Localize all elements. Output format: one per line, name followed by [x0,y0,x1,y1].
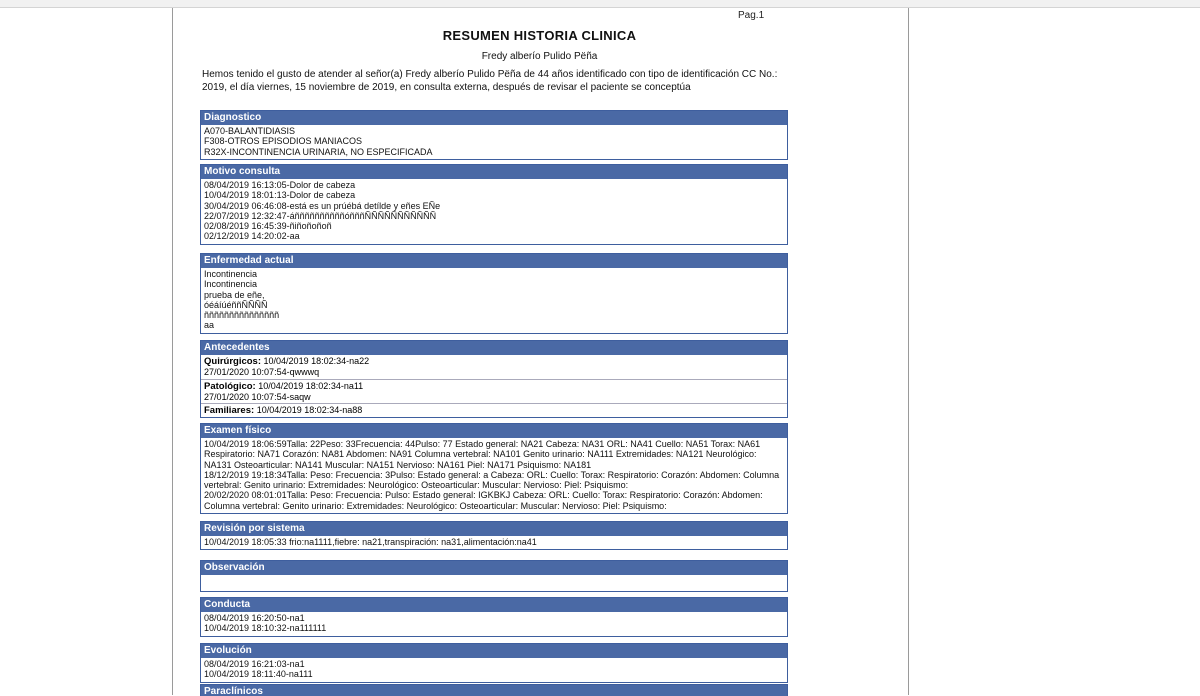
antecedente-quirurgicos: Quirúrgicos: 10/04/2019 18:02:34-na22 27… [201,355,787,380]
section-paraclinicos: Paraclínicos [200,684,788,696]
section-examen-fisico: Examen físico 10/04/2019 18:06:59Talla: … [200,423,788,515]
section-body: 08/04/2019 16:20:50-na1 10/04/2019 18:10… [201,612,787,636]
list-item: 10/04/2019 18:11:40-na111 [204,669,313,680]
list-item: R32X-INCONTINENCIA URINARIA, NO ESPECIFI… [204,146,433,157]
section-diagnostico: Diagnostico A070-BALANTIDIASIS F308-OTRO… [200,110,788,160]
list-item: 10/04/2019 18:02:34-na88 [256,405,363,416]
section-header: Motivo consulta [201,165,787,179]
section-motivo-consulta: Motivo consulta 08/04/2019 16:13:05-Dolo… [200,164,788,245]
section-enfermedad-actual: Enfermedad actual Incontinencia Incontin… [200,253,788,334]
section-antecedentes: Antecedentes Quirúrgicos: 10/04/2019 18:… [200,340,788,419]
exam-entry: 10/04/2019 18:06:59Talla: 22Peso: 33Frec… [204,439,761,470]
antecedente-familiares: Familiares: 10/04/2019 18:02:34-na88 [201,404,787,417]
antecedente-label: Quirúrgicos: [204,356,262,367]
list-item: A070-BALANTIDIASIS [204,126,296,136]
section-body: 10/04/2019 18:05:33 frio:na1111,fiebre: … [201,536,787,549]
list-item: 10/04/2019 18:10:32-na111111 [204,623,327,634]
section-header: Conducta [201,598,787,612]
section-header: Antecedentes [201,341,787,355]
list-item: prueba de eñe, [204,289,265,300]
list-item: Incontinencia [204,279,258,290]
exam-entry: 18/12/2019 19:18:34Talla: Peso: Frecuenc… [204,469,780,491]
list-item: 27/01/2020 10:07:54-saqw [204,391,311,402]
antecedente-label: Patológico: [204,380,256,392]
list-item: 02/12/2019 14:20:02-aa [204,231,300,242]
document-title: RESUMEN HISTORIA CLINICA [442,28,637,43]
section-header: Observación [201,561,787,575]
page-number: Pag.1 [738,10,765,21]
section-header: Revisión por sistema [201,522,787,536]
section-evolucion: Evolución 08/04/2019 16:21:03-na1 10/04/… [200,643,788,683]
section-header: Diagnostico [201,111,787,125]
section-body: 10/04/2019 18:06:59Talla: 22Peso: 33Frec… [201,438,787,513]
list-item: 08/04/2019 16:20:50-na1 [204,613,305,623]
list-item: 08/04/2019 16:21:03-na1 [204,659,305,669]
section-body: Incontinencia Incontinencia prueba de eñ… [201,268,787,333]
list-item: ñññññññññññññññ [204,310,280,321]
section-observacion: Observación [200,560,788,592]
antecedente-patologico: Patológico: 10/04/2019 18:02:34-na11 27/… [201,380,787,405]
list-item: 10/04/2019 18:01:13-Dolor de cabeza [204,190,356,201]
list-item: 02/08/2019 16:45:39-ñiñoñoñoñ [204,221,332,232]
list-item: Incontinencia [204,269,258,279]
section-header: Paraclínicos [201,685,787,696]
list-item: óéáíúéññÑÑÑÑ [204,299,268,310]
list-item: 10/04/2019 18:02:34-na11 [258,380,364,391]
viewer-top-bar [0,0,1200,8]
list-item: 27/01/2020 10:07:54-qwwwq [204,367,320,378]
list-item: 10/04/2019 18:05:33 frio:na1111,fiebre: … [204,537,537,547]
section-header: Examen físico [201,424,787,438]
section-header: Enfermedad actual [201,254,787,268]
exam-entry: 20/02/2020 08:01:01Talla: Peso: Frecuenc… [204,490,763,511]
section-header: Evolución [201,644,787,658]
section-conducta: Conducta 08/04/2019 16:20:50-na1 10/04/2… [200,597,788,637]
list-item: F308-OTROS EPISODIOS MANIACOS [204,136,363,147]
section-body [201,575,787,591]
list-item: 08/04/2019 16:13:05-Dolor de cabeza [204,180,356,190]
section-revision-por-sistema: Revisión por sistema 10/04/2019 18:05:33… [200,521,788,551]
list-item: 10/04/2019 18:02:34-na22 [263,356,370,366]
patient-name: Fredy alberío Pulido Pëña [481,51,598,62]
intro-paragraph: Hemos tenido el gusto de atender al seño… [202,69,778,93]
section-body: 08/04/2019 16:21:03-na1 10/04/2019 18:11… [201,658,787,682]
antecedente-label: Familiares: [204,405,255,417]
section-body: 08/04/2019 16:13:05-Dolor de cabeza 10/0… [201,179,787,244]
section-body: A070-BALANTIDIASIS F308-OTROS EPISODIOS … [201,125,787,159]
list-item: 30/04/2019 06:46:08-está es un prúébá de… [204,200,441,211]
list-item: 22/07/2019 12:32:47-áññññññññññóñññÑÑÑÑÑ… [204,210,437,221]
list-item: aa [204,320,215,331]
